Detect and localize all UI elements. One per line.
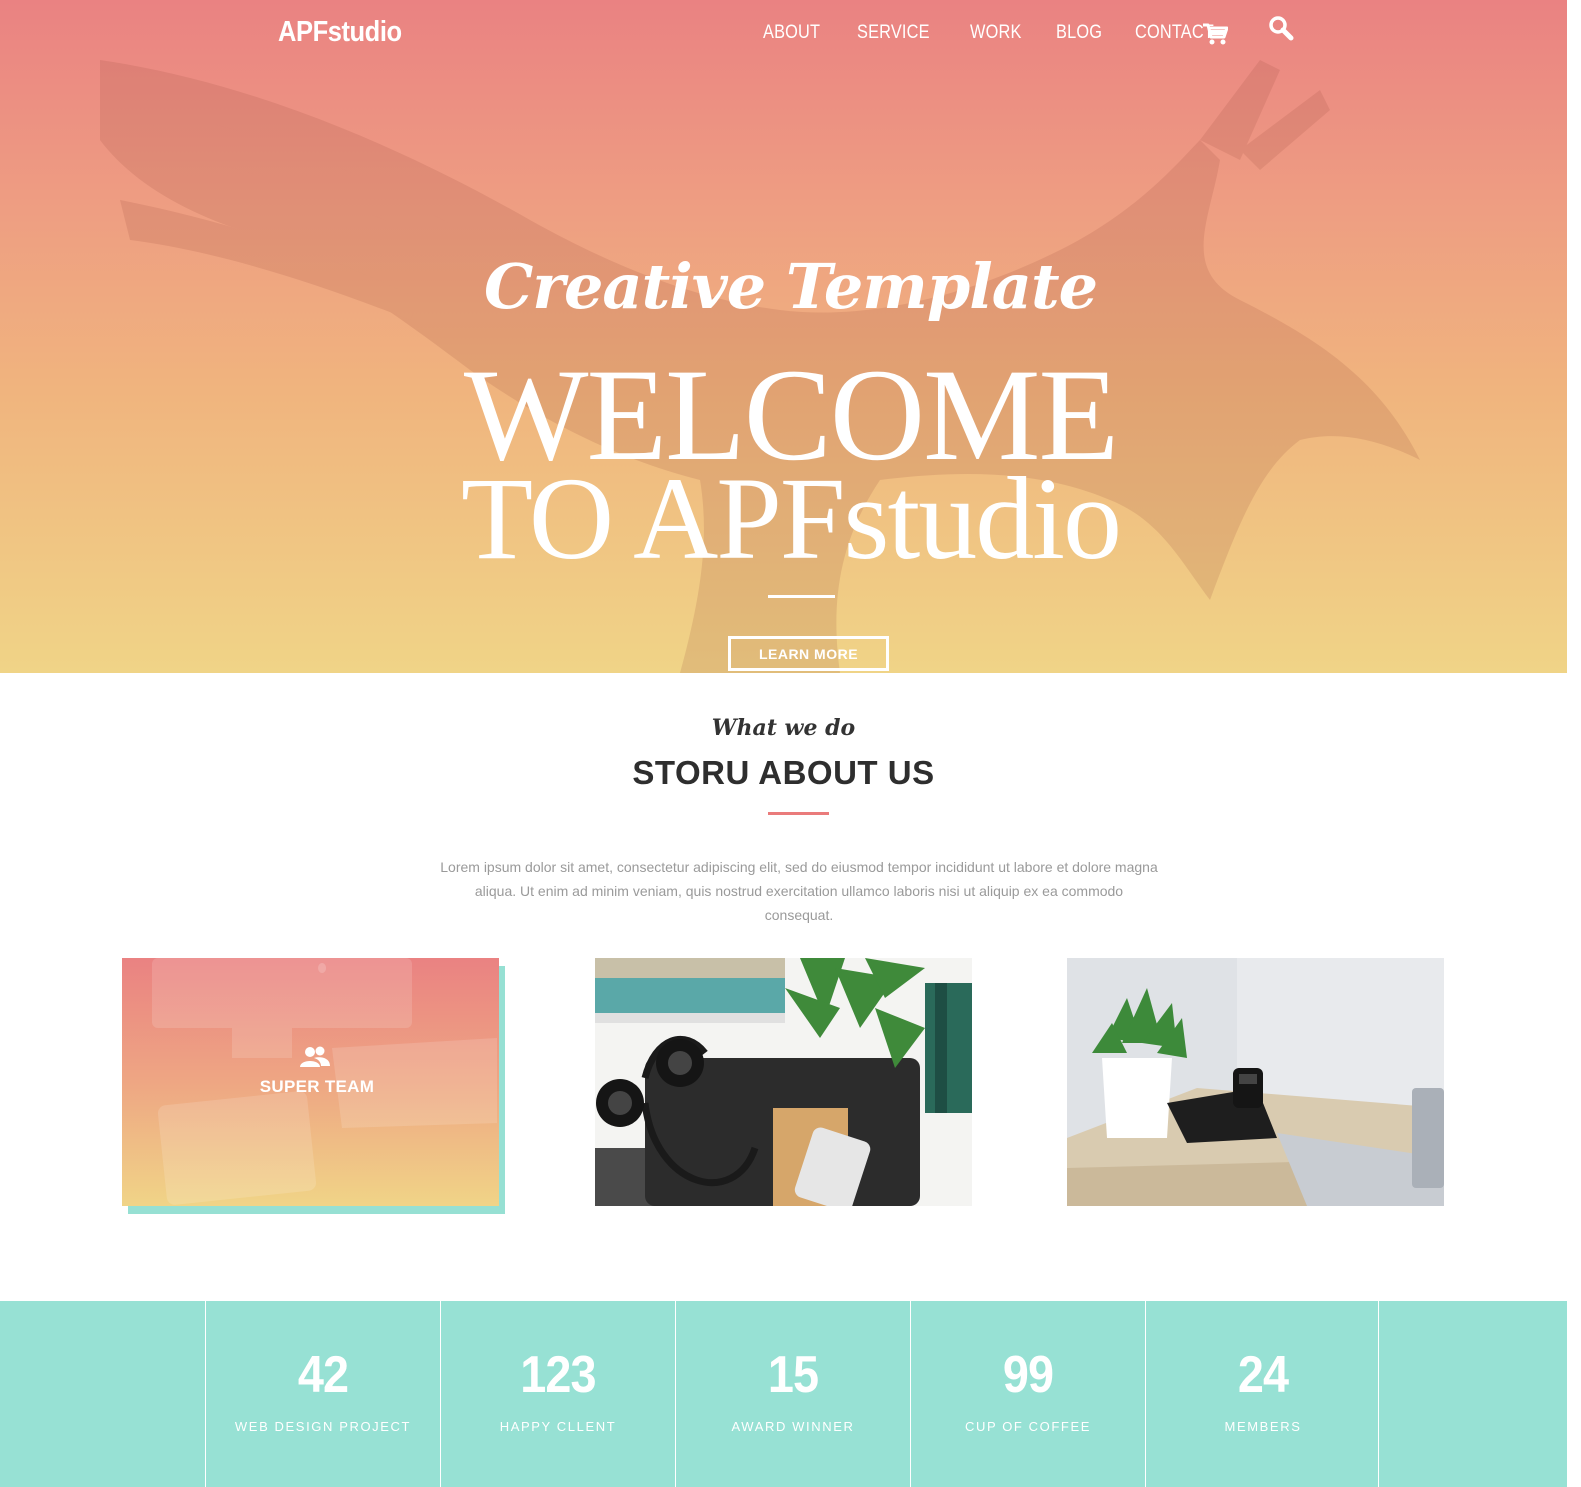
stat-label: WEB DESIGN PROJECT [234,1419,412,1434]
about-script-heading: What we do [711,715,856,741]
site-logo[interactable]: APFstudio [278,16,402,56]
stat-label: AWARD WINNER [731,1419,855,1434]
stat-number: 123 [520,1346,596,1404]
stat-web-design-project: 42 WEB DESIGN PROJECT [206,1301,440,1487]
desk-plant-camera-image [1067,958,1444,1206]
stat-label: CUP OF COFFEE [964,1419,1091,1434]
about-title: STORU ABOUT US [632,754,935,791]
card-desk-headphones[interactable] [595,958,972,1206]
cart-icon[interactable] [1202,22,1228,46]
stat-number: 15 [767,1346,819,1404]
stat-happy-client: 123 HAPPY CLLENT [441,1301,675,1487]
card-label: SUPER TEAM [259,1077,375,1096]
main-nav: ABOUT SERVICE WORK BLOG CONTACT [763,22,1247,44]
hero-script-title: Creative Template [483,250,1098,323]
stat-cup-of-coffee: 99 CUP OF COFFEE [911,1301,1145,1487]
page-edge [1567,0,1581,673]
hero-headline-line2: TO APFstudio [460,453,1122,584]
stat-award-winner: 15 AWARD WINNER [676,1301,910,1487]
nav-link-service[interactable]: SERVICE [857,22,930,44]
nav-link-about[interactable]: ABOUT [763,22,820,44]
desk-headphones-image [595,958,972,1206]
users-icon [300,1046,330,1067]
stat-number: 99 [1002,1346,1054,1404]
hero-section: APFstudio ABOUT SERVICE WORK BLOG CONTAC… [0,0,1567,673]
stat-number: 24 [1237,1346,1289,1404]
stat-number: 42 [297,1346,349,1404]
hero-divider [768,595,835,598]
stat-label: HAPPY CLLENT [499,1419,617,1434]
search-icon[interactable] [1268,15,1294,41]
about-divider [768,812,829,815]
page-edge [1567,1301,1581,1487]
card-desk-plant-camera[interactable] [1067,958,1444,1206]
about-text: Lorem ipsum dolor sit amet, consectetur … [440,859,1158,923]
nav-link-work[interactable]: WORK [970,22,1022,44]
stat-label: MEMBERS [1224,1419,1302,1434]
learn-more-button[interactable]: LEARN MORE [728,636,889,671]
stat-members: 24 MEMBERS [1146,1301,1380,1487]
nav-link-blog[interactable]: BLOG [1056,22,1102,44]
